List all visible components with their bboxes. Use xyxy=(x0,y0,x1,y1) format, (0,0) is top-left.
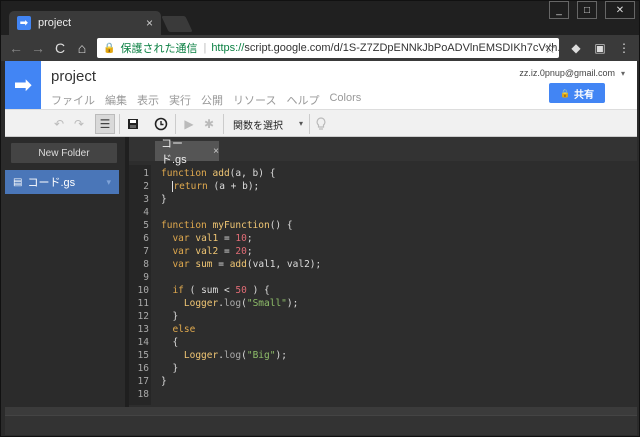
tab-strip: ➡ project × _ □ ✕ xyxy=(1,1,639,35)
apps-script-logo-icon: ➡ xyxy=(5,61,41,109)
menu-publish[interactable]: 公開 xyxy=(201,92,223,108)
menu-run[interactable]: 実行 xyxy=(169,92,191,108)
code-line: 4 xyxy=(143,207,149,218)
reload-icon[interactable]: C xyxy=(51,39,69,57)
menu-file[interactable]: ファイル xyxy=(51,92,95,108)
code-line: 9 xyxy=(143,272,149,283)
debug-bug-icon[interactable]: ✱ xyxy=(199,114,219,134)
indent-toggle-icon[interactable]: ☰ xyxy=(95,114,115,134)
run-icon[interactable]: ▶ xyxy=(179,114,199,134)
editor-tab-label: コード.gs xyxy=(161,138,187,166)
editor-scrollbar[interactable] xyxy=(5,407,637,415)
editor-toolbar: ↶ ↷ ☰ ▶ ✱ 関数を選択 ▾ xyxy=(5,109,637,137)
code-line: 15 Logger.log("Big"); xyxy=(137,350,287,361)
url-text: script.google.com/d/1S-Z7ZDpENNkJbPoADVl… xyxy=(244,42,559,54)
url-scheme: https:// xyxy=(211,42,245,54)
editor-tab-code-gs[interactable]: コード.gs × xyxy=(155,138,219,166)
home-icon[interactable]: ⌂ xyxy=(73,39,91,57)
browser-window: ➡ project × _ □ ✕ ← → C ⌂ 🔒 保護された通信 | ht… xyxy=(0,0,640,437)
document-icon: ▤ xyxy=(13,176,23,188)
account-caret-icon[interactable]: ▾ xyxy=(621,69,625,78)
code-line: 17} xyxy=(137,376,167,387)
code-line: 8 var sum = add(val1, val2); xyxy=(143,259,322,270)
address-bar[interactable]: 🔒 保護された通信 | https:// script.google.com/d… xyxy=(97,38,559,58)
code-line: 1 function add(a, b) { xyxy=(143,168,276,179)
close-window-button[interactable]: ✕ xyxy=(605,1,635,19)
editor-tab-strip: コード.gs × xyxy=(129,137,637,166)
secure-label: 保護された通信 xyxy=(120,43,198,55)
project-title[interactable]: project xyxy=(51,68,96,85)
toolbar-divider xyxy=(175,114,176,134)
extension-box-icon[interactable]: ▣ xyxy=(591,39,609,57)
code-line: 3} xyxy=(143,194,167,205)
menu-view[interactable]: 表示 xyxy=(137,92,159,108)
function-select-label: 関数を選択 xyxy=(233,120,283,132)
editor-tab-close-icon[interactable]: × xyxy=(213,146,219,157)
code-line: 11 Logger.log("Small"); xyxy=(137,298,299,309)
new-folder-button[interactable]: New Folder xyxy=(11,143,117,163)
apps-script-header: ➡ project ファイル 編集 表示 実行 公開 リソース ヘルプ Colo… xyxy=(5,61,637,109)
code-line: 16 } xyxy=(137,363,179,374)
triggers-clock-icon[interactable] xyxy=(151,114,171,134)
menu-edit[interactable]: 編集 xyxy=(105,92,127,108)
toolbar-divider xyxy=(223,114,224,134)
undo-icon[interactable]: ↶ xyxy=(49,114,69,134)
browser-tab[interactable]: ➡ project × xyxy=(9,11,161,35)
code-area[interactable]: 1 function add(a, b) { 2 return (a + b); … xyxy=(129,165,637,405)
file-menu-caret-icon[interactable]: ▾ xyxy=(106,177,111,188)
file-name: コード.gs xyxy=(27,177,76,189)
maximize-button[interactable]: □ xyxy=(577,1,597,19)
browser-toolbar: ← → C ⌂ 🔒 保護された通信 | https:// script.goog… xyxy=(1,35,639,61)
lock-icon: 🔒 xyxy=(103,42,116,54)
menu-help[interactable]: ヘルプ xyxy=(286,92,319,108)
function-select-caret-icon: ▾ xyxy=(298,119,303,128)
code-line: 6 var val1 = 10; xyxy=(143,233,253,244)
share-lock-icon: 🔒 xyxy=(560,88,570,98)
code-line: 2 return (a + b); xyxy=(143,181,260,192)
code-line: 7 var val2 = 20; xyxy=(143,246,253,257)
url-separator: | xyxy=(203,42,207,54)
code-line: 12 } xyxy=(137,311,179,322)
code-line: 13 else xyxy=(137,324,196,335)
back-icon[interactable]: ← xyxy=(7,39,25,57)
lightbulb-icon[interactable] xyxy=(311,114,331,134)
code-editor: コード.gs × 1 function add(a, b) { 2 return … xyxy=(129,137,637,407)
tab-close-icon[interactable]: × xyxy=(146,16,153,30)
toolbar-divider xyxy=(309,114,310,134)
share-button[interactable]: 🔒 共有 xyxy=(549,83,605,103)
extension-diamond-icon[interactable]: ◆ xyxy=(567,39,585,57)
forward-icon[interactable]: → xyxy=(29,39,47,57)
code-line: 5 function myFunction() { xyxy=(143,220,293,231)
minimize-button[interactable]: _ xyxy=(549,1,569,19)
menu-resources[interactable]: リソース xyxy=(233,92,276,108)
menu-colors[interactable]: Colors xyxy=(329,92,361,108)
file-item-code-gs[interactable]: ▤ コード.gs ▾ xyxy=(5,170,119,194)
share-label: 共有 xyxy=(573,89,594,101)
browser-menu-icon[interactable]: ⋮ xyxy=(615,39,633,57)
redo-icon[interactable]: ↷ xyxy=(69,114,89,134)
file-sidebar: New Folder ▤ コード.gs ▾ xyxy=(5,137,125,407)
new-tab-button[interactable] xyxy=(161,16,193,32)
apps-script-favicon-icon: ➡ xyxy=(17,16,31,30)
function-select[interactable]: 関数を選択 ▾ xyxy=(229,114,307,134)
account-email[interactable]: zz.iz.0pnup@gmail.com xyxy=(519,68,615,78)
toolbar-divider xyxy=(119,114,120,134)
status-bar xyxy=(5,415,637,435)
code-line: 10 if ( sum < 50 ) { xyxy=(137,285,270,296)
bookmark-star-icon[interactable]: ☆ xyxy=(541,39,559,57)
menu-bar: ファイル 編集 表示 実行 公開 リソース ヘルプ Colors xyxy=(51,92,361,108)
tab-title: project xyxy=(38,17,72,29)
code-line: 18 xyxy=(137,389,149,400)
code-line: 14 { xyxy=(137,337,179,348)
save-icon[interactable] xyxy=(123,114,143,134)
